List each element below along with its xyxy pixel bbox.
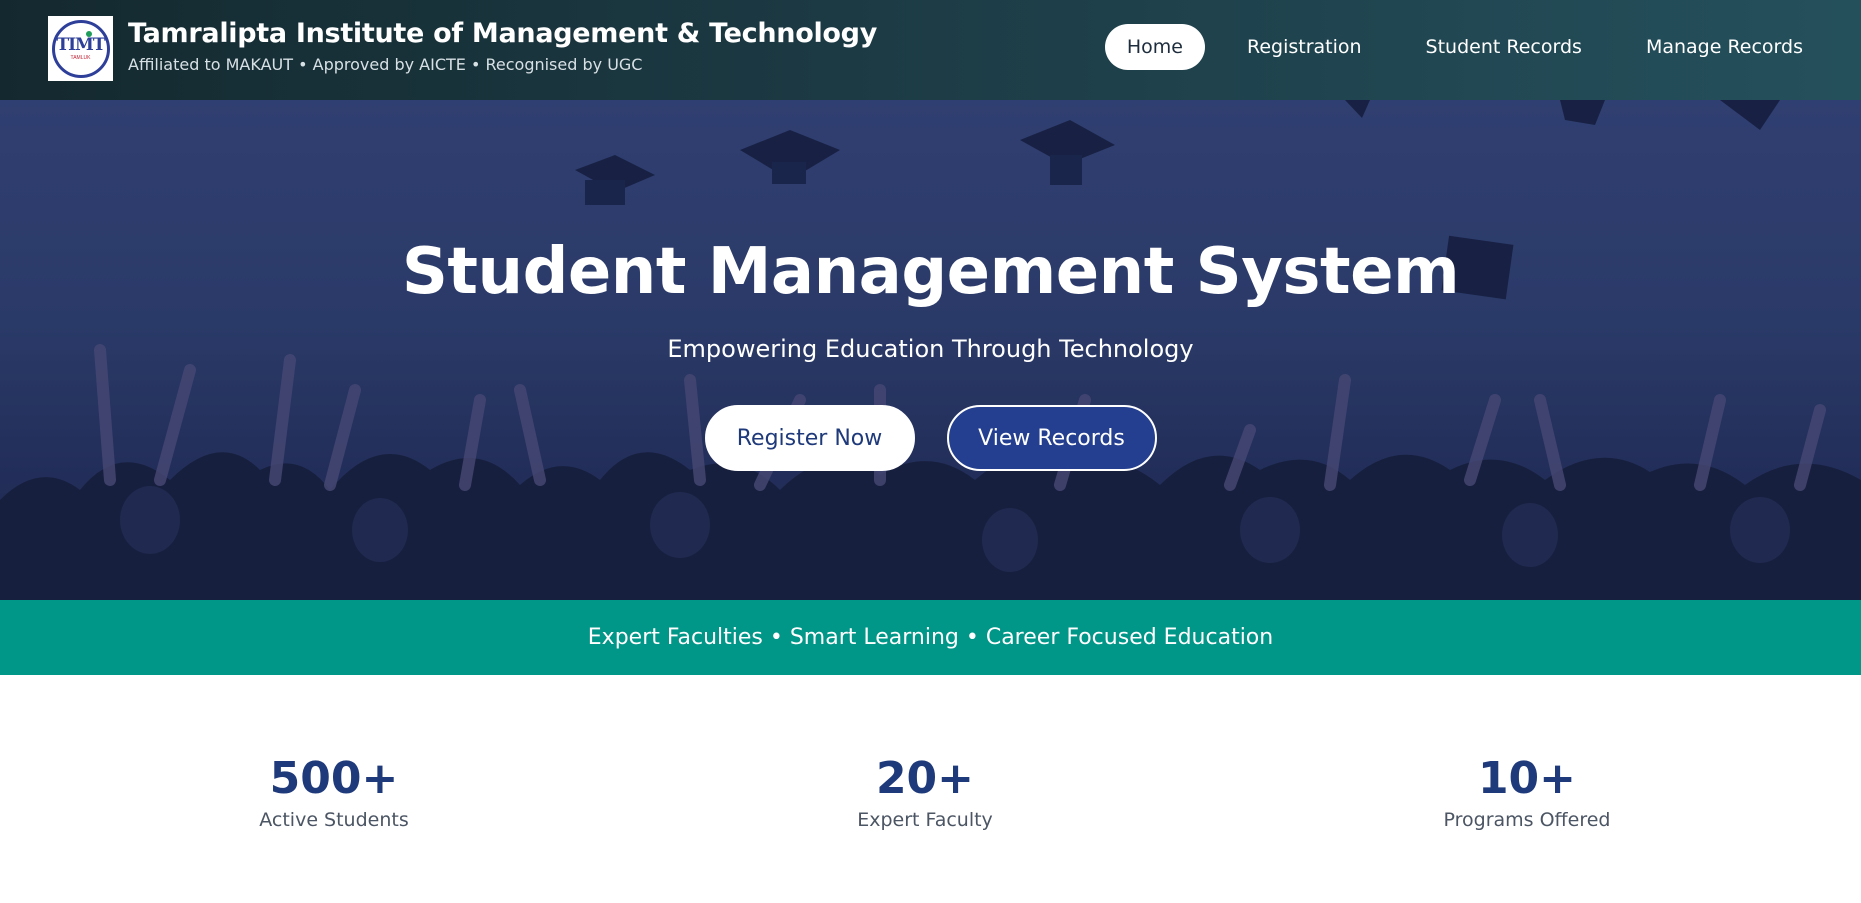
stat-expert-faculty: 20+ Expert Faculty xyxy=(775,753,1075,832)
hero-subtitle: Empowering Education Through Technology xyxy=(667,335,1194,363)
institute-logo[interactable]: TIMT TAMLUK xyxy=(48,16,113,81)
brand-block: Tamralipta Institute of Management & Tec… xyxy=(128,18,877,74)
highlights-text: Expert Faculties • Smart Learning • Care… xyxy=(587,625,1274,650)
logo-leaf-icon xyxy=(85,30,92,37)
site-header: TIMT TAMLUK Tamralipta Institute of Mana… xyxy=(0,0,1861,100)
nav-student-records[interactable]: Student Records xyxy=(1404,24,1604,70)
hero-section: Student Management System Empowering Edu… xyxy=(0,100,1861,600)
nav-registration[interactable]: Registration xyxy=(1225,24,1384,70)
logo-mark: TIMT xyxy=(56,34,105,55)
stats-section: 500+ Active Students 20+ Expert Faculty … xyxy=(0,753,1861,855)
stat-label: Active Students xyxy=(259,809,409,832)
hero-actions: Register Now View Records xyxy=(0,405,1861,471)
stat-programs-offered: 10+ Programs Offered xyxy=(1377,753,1677,832)
logo-subtext: TAMLUK xyxy=(70,54,91,61)
stat-active-students: 500+ Active Students xyxy=(184,753,484,832)
stat-value: 500+ xyxy=(269,753,399,804)
stat-label: Expert Faculty xyxy=(857,809,993,832)
register-now-button[interactable]: Register Now xyxy=(704,405,915,471)
view-records-button[interactable]: View Records xyxy=(946,405,1157,471)
stat-value: 10+ xyxy=(1477,753,1577,804)
highlights-strip: Expert Faculties • Smart Learning • Care… xyxy=(0,600,1861,675)
stat-value: 20+ xyxy=(875,753,975,804)
logo-emblem: TIMT TAMLUK xyxy=(51,19,110,78)
hero-title: Student Management System xyxy=(401,235,1460,309)
main-nav: Home Registration Student Records Manage… xyxy=(1104,24,1825,70)
nav-home[interactable]: Home xyxy=(1104,24,1205,70)
institute-name: Tamralipta Institute of Management & Tec… xyxy=(128,18,877,49)
institute-affiliations: Affiliated to MAKAUT • Approved by AICTE… xyxy=(128,55,643,74)
stat-label: Programs Offered xyxy=(1443,809,1611,832)
nav-manage-records[interactable]: Manage Records xyxy=(1624,24,1825,70)
